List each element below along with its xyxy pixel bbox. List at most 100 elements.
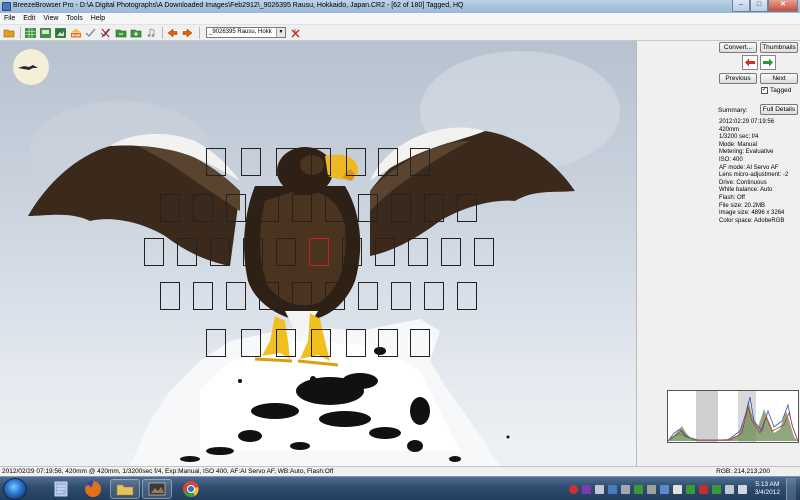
- tray-app-icon[interactable]: [672, 484, 682, 494]
- info-panel: Convert... Thumbnails Previous Next ✓ Ta…: [636, 41, 800, 466]
- af-point: [160, 194, 180, 222]
- menu-edit[interactable]: Edit: [19, 15, 39, 22]
- image-viewer[interactable]: [0, 41, 636, 466]
- open-folder-icon[interactable]: [2, 27, 15, 39]
- full-details-button[interactable]: Full Details: [760, 104, 798, 115]
- tagged-checkbox[interactable]: ✓ Tagged: [761, 87, 791, 94]
- untag-folder-icon[interactable]: [129, 27, 142, 39]
- toolbar: RAW _9026395 Rausu, Hokk ▼: [0, 25, 800, 41]
- af-point: [259, 282, 279, 310]
- af-point: [457, 282, 477, 310]
- af-point: [358, 282, 378, 310]
- af-point: [358, 194, 378, 222]
- histogram: [667, 390, 799, 443]
- volume-icon[interactable]: [737, 484, 747, 494]
- menu-file[interactable]: File: [0, 15, 19, 22]
- crossed-check-icon[interactable]: [99, 27, 112, 39]
- af-point: [259, 194, 279, 222]
- chrome-icon[interactable]: [176, 479, 206, 499]
- af-point: [243, 238, 263, 266]
- file-select-dropdown[interactable]: _9026395 Rausu, Hokk ▼: [206, 27, 286, 38]
- af-point: [226, 282, 246, 310]
- menu-tools[interactable]: Tools: [62, 15, 86, 22]
- app-icon: [2, 2, 11, 11]
- tray-app-icon[interactable]: [724, 484, 734, 494]
- check-icon[interactable]: [84, 27, 97, 39]
- af-point: [193, 194, 213, 222]
- title-bar: BreezeBrowser Pro - D:\A Digital Photogr…: [0, 0, 800, 13]
- af-point: [424, 194, 444, 222]
- af-point: [292, 194, 312, 222]
- thumbnails-grid-icon[interactable]: [24, 27, 37, 39]
- minimize-button[interactable]: –: [732, 0, 750, 12]
- tray-app-icon[interactable]: [711, 484, 721, 494]
- tray-app-icon[interactable]: [620, 484, 630, 494]
- exif-line: Flash: Off: [719, 194, 745, 201]
- maximize-button[interactable]: □: [750, 0, 768, 12]
- exif-summary: 2012:02:29 07:19:56 420mm 1/3200 sec; f/…: [719, 119, 799, 225]
- exif-line: Lens micro-adjustment: -2: [719, 172, 789, 179]
- menu-bar: File Edit View Tools Help: [0, 13, 800, 25]
- file-select-value: _9026395 Rausu, Hokk: [209, 29, 272, 35]
- tray-app-icon[interactable]: [594, 484, 604, 494]
- af-point: [241, 329, 261, 357]
- af-point: [424, 282, 444, 310]
- filmstrip-icon[interactable]: [39, 27, 52, 39]
- tray-app-icon[interactable]: [659, 484, 669, 494]
- clear-selection-icon[interactable]: [289, 27, 302, 39]
- next-button[interactable]: Next: [760, 73, 798, 84]
- af-point: [325, 282, 345, 310]
- show-desktop-button[interactable]: [786, 478, 796, 500]
- af-point: [408, 238, 428, 266]
- menu-help[interactable]: Help: [87, 15, 109, 22]
- close-button[interactable]: ✕: [768, 0, 798, 12]
- convert-button[interactable]: Convert...: [719, 42, 757, 53]
- tray-app-icon[interactable]: [698, 484, 708, 494]
- prev-arrow-icon[interactable]: [166, 27, 179, 39]
- af-point: [311, 148, 331, 176]
- tray-app-icon[interactable]: [607, 484, 617, 494]
- exif-line: Metering: Evaluative: [719, 149, 774, 156]
- checkbox-check-icon[interactable]: ✓: [761, 87, 768, 94]
- af-point: [241, 148, 261, 176]
- raw-icon[interactable]: RAW: [69, 27, 82, 39]
- purple-app-icon[interactable]: [581, 484, 591, 494]
- status-rgb-readout: RGB: 214,213,200: [716, 468, 770, 475]
- explorer-folder-icon[interactable]: [110, 479, 140, 499]
- previous-button[interactable]: Previous: [719, 73, 757, 84]
- clock[interactable]: 5:13 AM 3/4/2012: [755, 481, 780, 497]
- af-point: [375, 238, 395, 266]
- toolbar-separator: [162, 26, 163, 39]
- status-exif-text: 2012/02/29 07:19:56, 420mm @ 420mm, 1/32…: [2, 468, 334, 475]
- red-alert-icon[interactable]: [568, 484, 578, 494]
- menu-view[interactable]: View: [39, 15, 62, 22]
- af-point: [210, 238, 230, 266]
- tray-app-icon[interactable]: [633, 484, 643, 494]
- next-arrow-icon[interactable]: [181, 27, 194, 39]
- af-point: [276, 329, 296, 357]
- system-tray: 5:13 AM 3/4/2012: [565, 477, 796, 500]
- af-point: [206, 148, 226, 176]
- af-point: [457, 194, 477, 222]
- tray-app-icon[interactable]: [646, 484, 656, 494]
- next-arrow-icon[interactable]: [760, 55, 776, 70]
- tag-folder-icon[interactable]: [114, 27, 127, 39]
- notepad-icon[interactable]: [46, 479, 76, 499]
- exif-line: 420mm: [719, 126, 740, 133]
- clock-date: 3/4/2012: [754, 489, 780, 496]
- music-note-icon[interactable]: [144, 27, 157, 39]
- chevron-down-icon[interactable]: ▼: [276, 28, 285, 37]
- af-point: [276, 148, 296, 176]
- window-controls: – □ ✕: [732, 0, 798, 12]
- toolbar-separator: [20, 26, 21, 39]
- summary-label: Summary:: [718, 107, 748, 114]
- breezebrowser-icon[interactable]: [142, 479, 172, 499]
- af-point: [378, 148, 398, 176]
- tray-app-icon[interactable]: [685, 484, 695, 494]
- firefox-icon[interactable]: [78, 479, 108, 499]
- clock-time: 5:13 AM: [755, 481, 780, 488]
- previous-arrow-icon[interactable]: [742, 55, 758, 70]
- single-image-icon[interactable]: [54, 27, 67, 39]
- start-button[interactable]: [3, 478, 27, 500]
- thumbnails-button[interactable]: Thumbnails: [760, 42, 798, 53]
